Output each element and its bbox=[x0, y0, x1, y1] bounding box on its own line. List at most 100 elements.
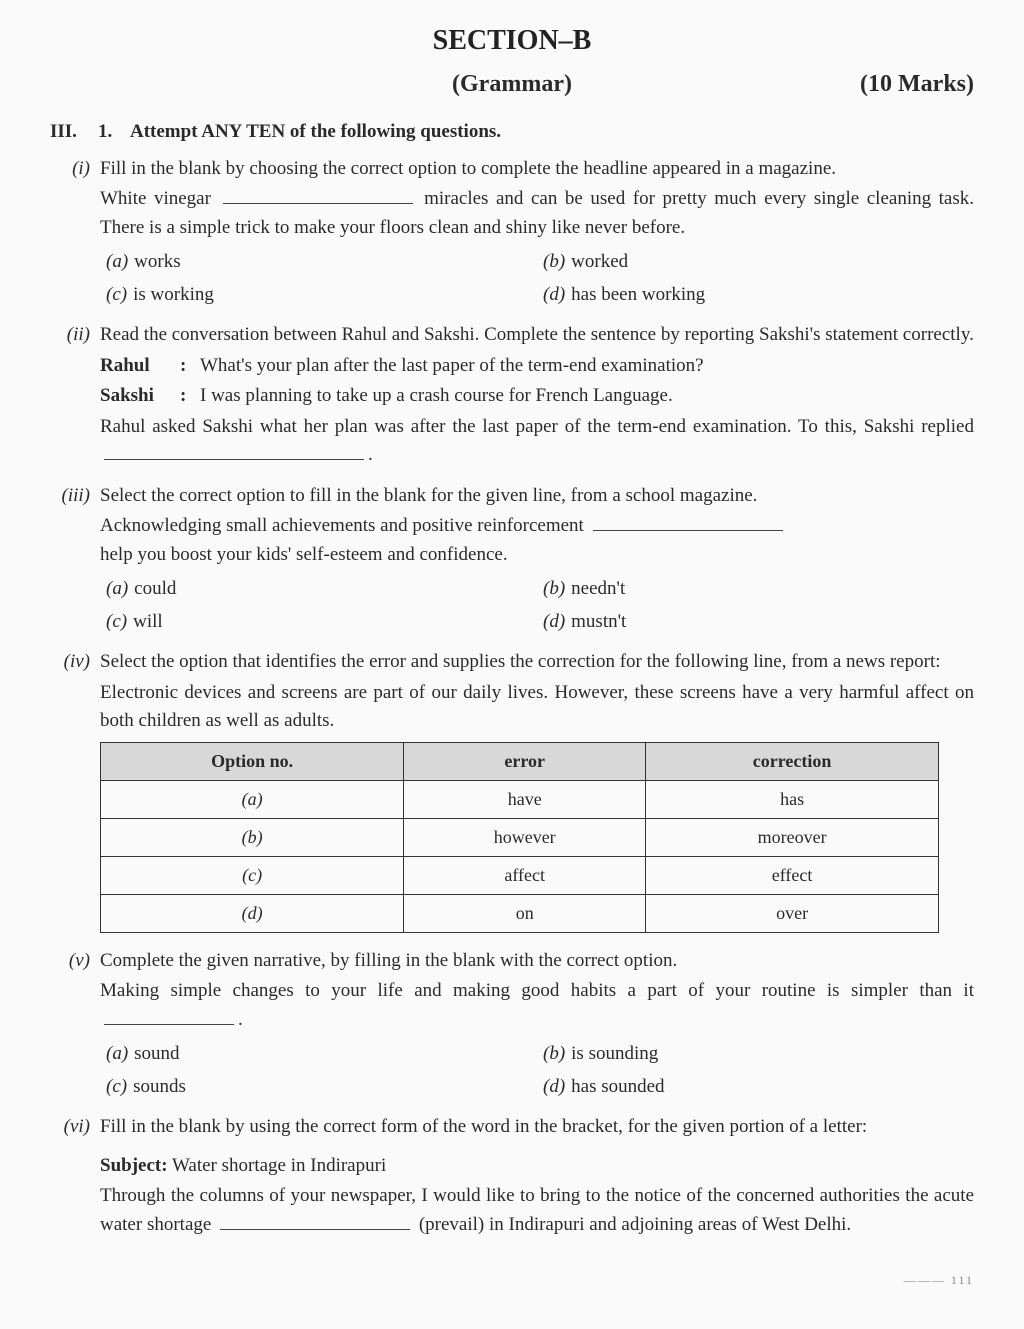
q6-intro: Fill in the blank by using the correct f… bbox=[100, 1113, 974, 1142]
q3-sentence: Acknowledging small achievements and pos… bbox=[100, 512, 974, 569]
opt-text: mustn't bbox=[571, 608, 626, 637]
colon: : bbox=[180, 382, 200, 411]
option-b[interactable]: (b)is sounding bbox=[537, 1038, 974, 1071]
option-c[interactable]: (c)sounds bbox=[100, 1071, 537, 1104]
cell-correction: over bbox=[646, 894, 939, 932]
speaker-name: Rahul bbox=[100, 352, 180, 381]
cell-opt: (b) bbox=[101, 818, 404, 856]
question-vi: (vi) Fill in the blank by using the corr… bbox=[50, 1113, 974, 1241]
dialog-line-rahul: Rahul : What's your plan after the last … bbox=[100, 352, 974, 381]
q3-options: (a)could (b)needn't (c)will (d)mustn't bbox=[100, 573, 974, 638]
q6-sentence: Through the columns of your newspaper, I… bbox=[100, 1182, 974, 1239]
blank-input[interactable] bbox=[220, 1211, 410, 1230]
q5-sentence: Making simple changes to your life and m… bbox=[100, 977, 974, 1034]
opt-text: is working bbox=[133, 281, 214, 310]
blank-input[interactable] bbox=[104, 441, 364, 460]
col-option: Option no. bbox=[101, 742, 404, 780]
q5-intro: Complete the given narrative, by filling… bbox=[100, 947, 974, 976]
opt-label: (c) bbox=[100, 1073, 133, 1102]
opt-text: has been working bbox=[571, 281, 705, 310]
opt-text: needn't bbox=[571, 575, 625, 604]
opt-label: (c) bbox=[100, 608, 133, 637]
option-a[interactable]: (a)works bbox=[100, 246, 537, 279]
q1-intro: Fill in the blank by choosing the correc… bbox=[100, 155, 974, 184]
section-sub-row: (Grammar) (10 Marks) bbox=[50, 66, 974, 102]
cell-error: have bbox=[404, 780, 646, 818]
question-i: (i) Fill in the blank by choosing the co… bbox=[50, 155, 974, 312]
cell-correction: has bbox=[646, 780, 939, 818]
option-c[interactable]: (c)will bbox=[100, 606, 537, 639]
section-title: SECTION–B bbox=[50, 20, 974, 62]
q5-pre: Making simple changes to your life and m… bbox=[100, 980, 974, 1001]
section-marks: (10 Marks) bbox=[860, 66, 974, 102]
q4-sentence: Electronic devices and screens are part … bbox=[100, 679, 974, 736]
cell-error: affect bbox=[404, 856, 646, 894]
table-row[interactable]: (b)howevermoreover bbox=[101, 818, 939, 856]
subject-text: Water shortage in Indirapuri bbox=[168, 1155, 387, 1176]
sub-num: (iii) bbox=[50, 482, 100, 639]
colon: : bbox=[180, 352, 200, 381]
opt-label: (c) bbox=[100, 281, 133, 310]
opt-text: worked bbox=[571, 248, 628, 277]
option-d[interactable]: (d)mustn't bbox=[537, 606, 974, 639]
q3-post: help you boost your kids' self-esteem an… bbox=[100, 544, 508, 565]
error-correction-table: Option no. error correction (a)havehas (… bbox=[100, 742, 939, 933]
opt-label: (b) bbox=[537, 1040, 571, 1069]
table-row[interactable]: (a)havehas bbox=[101, 780, 939, 818]
section-subtitle: (Grammar) bbox=[50, 66, 974, 102]
option-c[interactable]: (c)is working bbox=[100, 279, 537, 312]
q3-pre: Acknowledging small achievements and pos… bbox=[100, 515, 584, 536]
q5-post: . bbox=[238, 1009, 243, 1030]
cell-opt: (c) bbox=[101, 856, 404, 894]
table-row[interactable]: (c)affecteffect bbox=[101, 856, 939, 894]
q3-intro: Select the correct option to fill in the… bbox=[100, 482, 974, 511]
dialog-line-sakshi: Sakshi : I was planning to take up a cra… bbox=[100, 382, 974, 411]
col-correction: correction bbox=[646, 742, 939, 780]
blank-input[interactable] bbox=[223, 185, 413, 204]
sub-num: (iv) bbox=[50, 648, 100, 937]
q6-post: (prevail) in Indirapuri and adjoining ar… bbox=[419, 1214, 851, 1235]
q2-intro: Read the conversation between Rahul and … bbox=[100, 321, 974, 350]
opt-label: (d) bbox=[537, 281, 571, 310]
main-question-text: Attempt ANY TEN of the following questio… bbox=[130, 118, 501, 147]
opt-label: (a) bbox=[100, 248, 134, 277]
col-error: error bbox=[404, 742, 646, 780]
q2-pre: Rahul asked Sakshi what her plan was aft… bbox=[100, 416, 974, 437]
opt-text: is sounding bbox=[571, 1040, 658, 1069]
option-b[interactable]: (b)worked bbox=[537, 246, 974, 279]
question-iii: (iii) Select the correct option to fill … bbox=[50, 482, 974, 639]
table-header-row: Option no. error correction bbox=[101, 742, 939, 780]
q1-options: (a)works (b)worked (c)is working (d)has … bbox=[100, 246, 974, 311]
sub-num: (i) bbox=[50, 155, 100, 312]
option-a[interactable]: (a)sound bbox=[100, 1038, 537, 1071]
cell-correction: effect bbox=[646, 856, 939, 894]
dialog-text: I was planning to take up a crash course… bbox=[200, 382, 673, 411]
q1-pre: White vinegar bbox=[100, 188, 211, 209]
opt-text: has sounded bbox=[571, 1073, 664, 1102]
subject-label: Subject: bbox=[100, 1155, 168, 1176]
opt-text: could bbox=[134, 575, 176, 604]
option-d[interactable]: (d)has sounded bbox=[537, 1071, 974, 1104]
letter-subject: Subject: Water shortage in Indirapuri bbox=[100, 1152, 974, 1181]
opt-label: (b) bbox=[537, 575, 571, 604]
opt-text: sound bbox=[134, 1040, 179, 1069]
opt-label: (d) bbox=[537, 1073, 571, 1102]
question-v: (v) Complete the given narrative, by fil… bbox=[50, 947, 974, 1104]
roman-numeral: III. bbox=[50, 118, 98, 147]
opt-label: (a) bbox=[100, 1040, 134, 1069]
option-d[interactable]: (d)has been working bbox=[537, 279, 974, 312]
cell-opt: (d) bbox=[101, 894, 404, 932]
opt-label: (d) bbox=[537, 608, 571, 637]
question-ii: (ii) Read the conversation between Rahul… bbox=[50, 321, 974, 472]
q1-sentence: White vinegar miracles and can be used f… bbox=[100, 185, 974, 242]
speaker-name: Sakshi bbox=[100, 382, 180, 411]
cell-opt: (a) bbox=[101, 780, 404, 818]
opt-text: works bbox=[134, 248, 180, 277]
option-a[interactable]: (a)could bbox=[100, 573, 537, 606]
opt-text: will bbox=[133, 608, 163, 637]
option-b[interactable]: (b)needn't bbox=[537, 573, 974, 606]
blank-input[interactable] bbox=[593, 512, 783, 531]
opt-text: sounds bbox=[133, 1073, 186, 1102]
blank-input[interactable] bbox=[104, 1006, 234, 1025]
table-row[interactable]: (d)onover bbox=[101, 894, 939, 932]
